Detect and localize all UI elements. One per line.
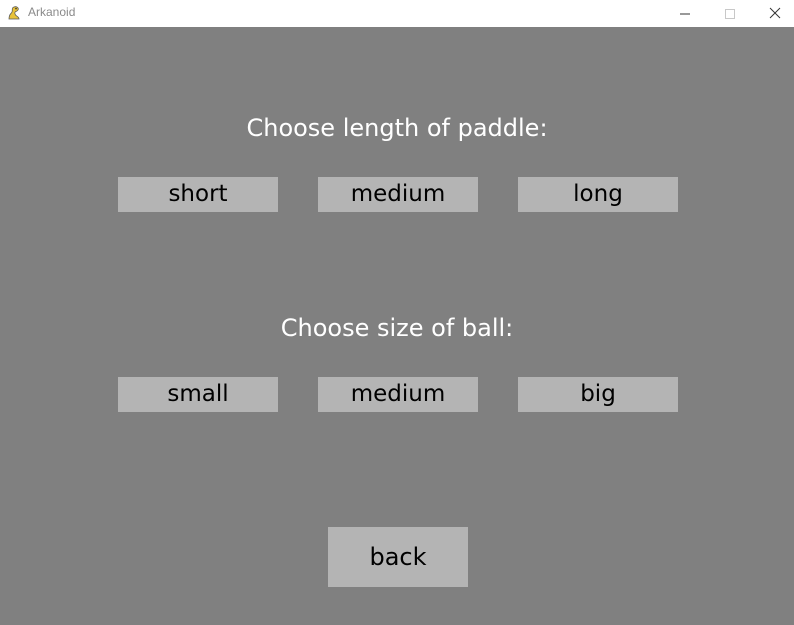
- game-canvas: Choose length of paddle: short medium lo…: [0, 27, 794, 625]
- snake-icon: [6, 5, 22, 21]
- paddle-length-heading: Choose length of paddle:: [246, 114, 548, 142]
- ball-big-button[interactable]: big: [518, 377, 678, 412]
- maximize-button[interactable]: [707, 0, 752, 27]
- back-button[interactable]: back: [328, 527, 468, 587]
- maximize-icon: [724, 4, 735, 23]
- ball-medium-button[interactable]: medium: [318, 377, 478, 412]
- window-title: Arkanoid: [28, 5, 76, 19]
- title-bar[interactable]: Arkanoid: [0, 0, 794, 27]
- paddle-short-button[interactable]: short: [118, 177, 278, 212]
- paddle-long-button[interactable]: long: [518, 177, 678, 212]
- close-icon: [769, 4, 781, 23]
- ball-size-heading: Choose size of ball:: [280, 314, 514, 342]
- close-button[interactable]: [752, 0, 794, 27]
- paddle-medium-button[interactable]: medium: [318, 177, 478, 212]
- app-window: Arkanoid Choose length of paddle: short …: [0, 0, 794, 625]
- minimize-button[interactable]: [662, 0, 707, 27]
- minimize-icon: [679, 4, 690, 23]
- ball-small-button[interactable]: small: [118, 377, 278, 412]
